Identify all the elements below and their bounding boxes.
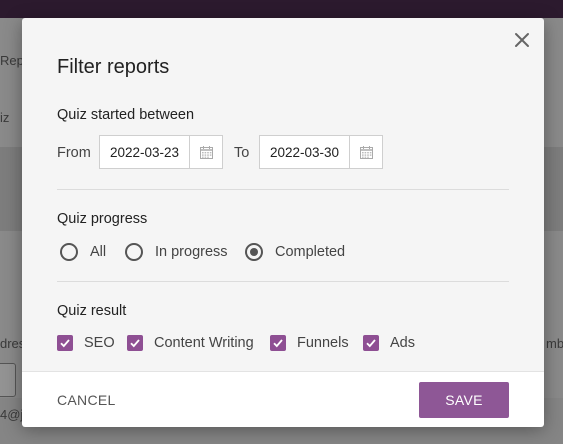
background-text: iz (0, 110, 10, 125)
radio-label: Completed (275, 244, 346, 260)
calendar-icon[interactable] (189, 136, 222, 168)
checkbox-content-writing[interactable]: Content Writing (127, 333, 254, 353)
to-date-input[interactable] (260, 136, 349, 168)
radio-all[interactable]: All (60, 242, 106, 262)
checkbox-label: Funnels (297, 335, 349, 351)
from-date-field (99, 135, 223, 169)
radio-in-progress[interactable]: In progress (125, 242, 228, 262)
checkbox-funnels[interactable]: Funnels (270, 333, 349, 353)
background-input (0, 363, 16, 397)
checkbox-label: Ads (390, 335, 415, 351)
progress-section-label: Quiz progress (57, 211, 148, 227)
calendar-icon[interactable] (349, 136, 382, 168)
radio-circle-selected (245, 243, 263, 261)
to-date-field (259, 135, 383, 169)
radio-label: In progress (155, 244, 228, 260)
checkbox-label: SEO (84, 335, 115, 351)
radio-circle (60, 243, 78, 261)
section-divider (57, 189, 509, 190)
result-section-label: Quiz result (57, 303, 127, 319)
from-label: From (57, 145, 91, 161)
dialog-title: Filter reports (57, 56, 170, 78)
radio-label: All (90, 244, 107, 260)
checkmark-icon (363, 335, 379, 351)
background-topbar (0, 0, 563, 18)
dates-section-label: Quiz started between (57, 107, 195, 123)
section-divider (57, 281, 509, 282)
checkbox-seo[interactable]: SEO (57, 333, 115, 353)
dialog-footer: CANCEL SAVE (22, 371, 544, 427)
background-text: mbe (546, 336, 563, 351)
cancel-button[interactable]: CANCEL (57, 392, 116, 408)
to-label: To (234, 145, 250, 161)
save-button[interactable]: SAVE (419, 382, 509, 418)
background-text: 4@j (0, 407, 24, 422)
close-icon[interactable] (510, 28, 534, 52)
checkmark-icon (270, 335, 286, 351)
checkbox-ads[interactable]: Ads (363, 333, 415, 353)
filter-reports-dialog: Filter reports Quiz started between From… (22, 18, 544, 427)
radio-circle (125, 243, 143, 261)
radio-completed[interactable]: Completed (245, 242, 345, 262)
checkmark-icon (57, 335, 73, 351)
from-date-input[interactable] (100, 136, 189, 168)
checkmark-icon (127, 335, 143, 351)
checkbox-label: Content Writing (154, 335, 254, 351)
